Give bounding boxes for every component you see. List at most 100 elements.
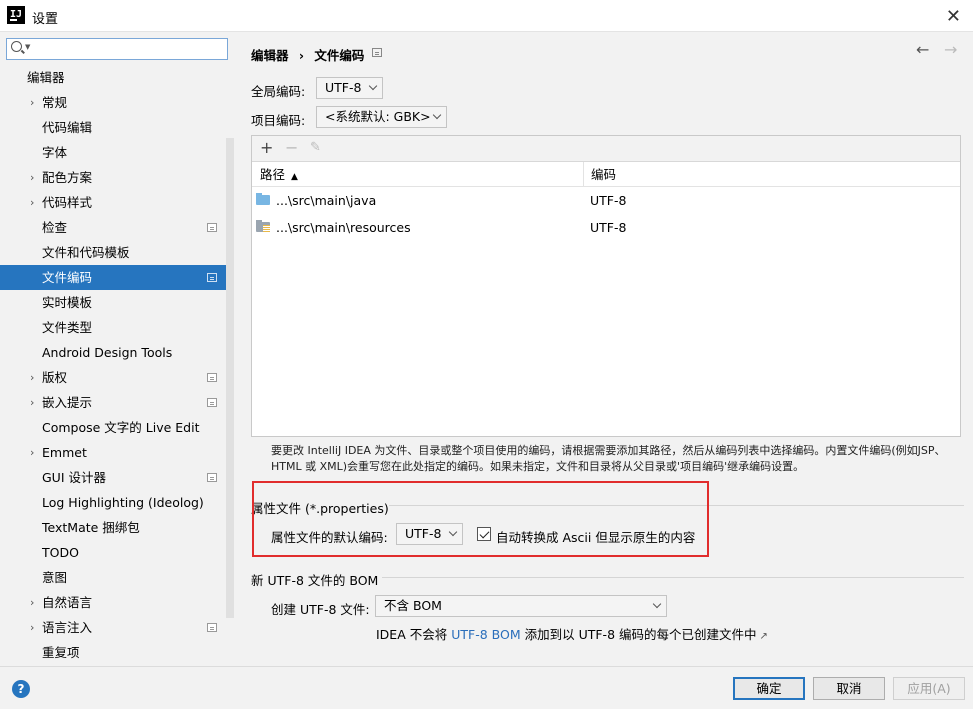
column-header-path-label: 路径: [260, 167, 286, 182]
row-path: ...\src\main\resources: [276, 220, 411, 235]
sidebar-scrollbar[interactable]: [226, 138, 234, 618]
intellij-logo-icon: IJ: [7, 6, 25, 24]
global-encoding-select[interactable]: UTF-8: [316, 77, 383, 99]
close-icon[interactable]: ✕: [946, 6, 961, 27]
project-scope-icon: [372, 48, 382, 57]
sidebar-item[interactable]: TODO: [0, 540, 234, 565]
sidebar-item[interactable]: 检查: [0, 215, 234, 240]
resources-folder-icon: [256, 220, 270, 232]
sidebar-item-label: 实时模板: [42, 295, 93, 310]
help-icon[interactable]: ?: [12, 680, 30, 698]
project-scope-icon: [207, 223, 217, 232]
sort-ascending-icon: ▲: [291, 172, 298, 182]
sidebar-item[interactable]: 重复项: [0, 640, 234, 665]
global-encoding-value: UTF-8: [325, 80, 362, 95]
sidebar-item-label: 配色方案: [42, 170, 93, 185]
settings-search-box[interactable]: ▼: [6, 38, 228, 60]
sidebar-item[interactable]: 文件类型: [0, 315, 234, 340]
sidebar-item[interactable]: Android Design Tools: [0, 340, 234, 365]
section-divider: [382, 577, 964, 578]
sidebar-item[interactable]: › 常规: [0, 90, 234, 115]
sidebar-item[interactable]: 代码编辑: [0, 115, 234, 140]
chevron-right-icon[interactable]: ›: [30, 365, 34, 390]
bom-section-title: 新 UTF-8 文件的 BOM: [251, 573, 379, 588]
utf8-bom-link[interactable]: UTF-8 BOM: [451, 627, 520, 642]
add-icon[interactable]: +: [260, 138, 273, 157]
forward-arrow-icon: →: [944, 40, 958, 59]
column-divider[interactable]: [583, 162, 584, 187]
highlight-annotation-box: [252, 481, 709, 557]
project-encoding-select[interactable]: <系统默认: GBK>: [316, 106, 447, 128]
column-header-encoding[interactable]: 编码: [591, 162, 616, 187]
sidebar-item[interactable]: Log Highlighting (Ideolog): [0, 490, 234, 515]
chevron-right-icon[interactable]: ›: [30, 615, 34, 640]
sidebar-item-label: 文件编码: [42, 270, 93, 285]
chevron-down-icon: [652, 599, 662, 609]
sidebar-item-label: 重复项: [42, 645, 80, 660]
sidebar-item-label: 嵌入提示: [42, 395, 93, 410]
sidebar-item[interactable]: › 语言注入: [0, 615, 234, 640]
dropdown-arrow-icon[interactable]: ▼: [25, 43, 30, 51]
chevron-down-icon: [368, 81, 378, 91]
project-scope-icon: [207, 273, 217, 282]
encoding-hint-text: 要更改 IntelliJ IDEA 为文件、目录或整个项目使用的编码，请根据需要…: [271, 444, 946, 473]
sidebar-item[interactable]: › 代码样式: [0, 190, 234, 215]
chevron-right-icon[interactable]: ›: [30, 190, 34, 215]
table-row[interactable]: ...\src\main\java UTF-8: [252, 187, 960, 214]
row-path: ...\src\main\java: [276, 193, 377, 208]
chevron-right-icon[interactable]: ›: [30, 165, 34, 190]
sidebar-item[interactable]: 编辑器: [0, 65, 234, 90]
sidebar-item-label: Log Highlighting (Ideolog): [42, 495, 204, 510]
edit-icon: ✎: [310, 140, 321, 155]
breadcrumb-parent[interactable]: 编辑器: [251, 48, 289, 63]
path-encoding-table: + − ✎ 路径 ▲ 编码 ...\src\main\java UTF-8 ...…: [251, 135, 961, 437]
sidebar-item[interactable]: › 自然语言: [0, 590, 234, 615]
sidebar-item-label: 字体: [42, 145, 68, 160]
sidebar-item[interactable]: 实时模板: [0, 290, 234, 315]
search-icon: [11, 41, 22, 52]
sidebar-item-label: 代码样式: [42, 195, 93, 210]
chevron-right-icon[interactable]: ›: [30, 390, 34, 415]
sidebar-item-label: 自然语言: [42, 595, 93, 610]
sidebar-item[interactable]: › 版权: [0, 365, 234, 390]
row-encoding[interactable]: UTF-8: [590, 187, 626, 214]
external-link-icon[interactable]: ↗: [760, 631, 768, 642]
global-encoding-label: 全局编码:: [251, 84, 306, 99]
settings-sidebar: ▼ 编辑器 › 常规 代码编辑字体 › 配色方案 › 代码样式检查文件和代码模板 文件编码实时模…: [0, 32, 234, 666]
sidebar-item-label: 意图: [42, 570, 68, 585]
project-scope-icon: [207, 473, 217, 482]
search-input[interactable]: [33, 41, 223, 57]
ok-button[interactable]: 确定: [733, 677, 805, 700]
cancel-button[interactable]: 取消: [813, 677, 885, 700]
main-panel: 编辑器 › 文件编码 ← → 全局编码: UTF-8 项目编码: <系统默认: …: [234, 32, 973, 666]
table-row[interactable]: ...\src\main\resources UTF-8: [252, 214, 960, 241]
chevron-right-icon[interactable]: ›: [30, 90, 34, 115]
column-header-path[interactable]: 路径 ▲: [260, 162, 298, 187]
sidebar-item[interactable]: 文件和代码模板: [0, 240, 234, 265]
remove-icon: −: [285, 138, 299, 157]
title-bar: IJ 设置 ✕: [0, 0, 973, 32]
sidebar-item[interactable]: Compose 文字的 Live Edit: [0, 415, 234, 440]
breadcrumb-separator: ›: [298, 48, 305, 63]
sidebar-item[interactable]: › 配色方案: [0, 165, 234, 190]
project-encoding-label: 项目编码:: [251, 113, 306, 128]
create-utf8-file-label: 创建 UTF-8 文件:: [271, 602, 370, 617]
window-title: 设置: [32, 12, 59, 27]
sidebar-item[interactable]: 文件编码: [0, 265, 234, 290]
settings-tree: 编辑器 › 常规 代码编辑字体 › 配色方案 › 代码样式检查文件和代码模板 文件编码实时模板文…: [0, 65, 234, 665]
sidebar-item[interactable]: TextMate 捆绑包: [0, 515, 234, 540]
chevron-down-icon: [432, 110, 442, 120]
bom-select[interactable]: 不含 BOM: [375, 595, 667, 617]
back-arrow-icon[interactable]: ←: [916, 40, 929, 59]
sidebar-item-label: 文件和代码模板: [42, 245, 130, 260]
sidebar-item[interactable]: 意图: [0, 565, 234, 590]
chevron-right-icon[interactable]: ›: [30, 440, 34, 465]
row-encoding[interactable]: UTF-8: [590, 214, 626, 241]
sidebar-item[interactable]: › 嵌入提示: [0, 390, 234, 415]
sidebar-item[interactable]: › Emmet: [0, 440, 234, 465]
chevron-right-icon[interactable]: ›: [30, 590, 34, 615]
source-folder-icon: [256, 193, 270, 205]
sidebar-item[interactable]: GUI 设计器: [0, 465, 234, 490]
breadcrumb: 编辑器 › 文件编码: [251, 45, 364, 64]
sidebar-item[interactable]: 字体: [0, 140, 234, 165]
